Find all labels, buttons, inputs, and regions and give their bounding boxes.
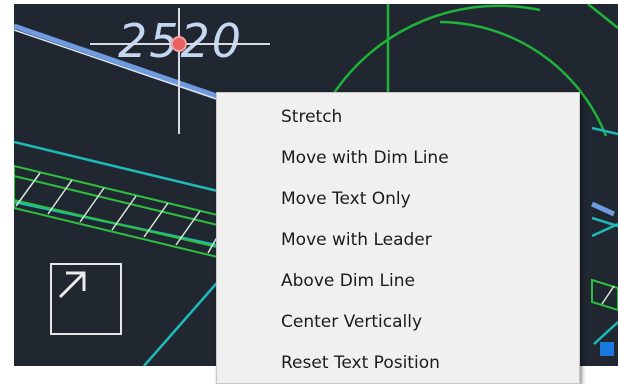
- menu-item-stretch[interactable]: Stretch: [217, 97, 579, 137]
- crosshair-vertical: [178, 8, 180, 134]
- blue-grip-handle[interactable]: [600, 342, 614, 356]
- menu-item-center-vertically[interactable]: Center Vertically: [217, 302, 579, 342]
- menu-item-move-with-dim-line[interactable]: Move with Dim Line: [217, 138, 579, 178]
- hatched-wall-inner-line: [14, 199, 231, 251]
- hatch-mark: [601, 285, 615, 305]
- dimension-arrow-right: [590, 201, 616, 217]
- menu-item-reset-text-position[interactable]: Reset Text Position: [217, 343, 579, 383]
- menu-item-above-dim-line[interactable]: Above Dim Line: [217, 261, 579, 301]
- cyan-line-1: [14, 140, 231, 196]
- hatched-wall-inner-line: [14, 175, 231, 229]
- text-grip-handle[interactable]: [171, 36, 187, 52]
- hatched-wall-outline: [14, 164, 231, 262]
- menu-item-move-text-only[interactable]: Move Text Only: [217, 179, 579, 219]
- arc-upper: [330, 4, 541, 97]
- menu-item-move-with-leader[interactable]: Move with Leader: [217, 220, 579, 260]
- cyan-line-6: [591, 222, 618, 238]
- context-menu: Stretch Move with Dim Line Move Text Onl…: [216, 92, 580, 384]
- arrow-up-right-icon: [58, 271, 86, 299]
- viewport-arrow-button[interactable]: [50, 263, 122, 335]
- hatched-wall-right: [591, 278, 618, 312]
- cyan-line-7: [593, 321, 618, 345]
- wall-line-corner: [587, 4, 618, 29]
- screenshot-frame: 2520 Stretch Move with Dim Line Move Tex…: [0, 0, 618, 384]
